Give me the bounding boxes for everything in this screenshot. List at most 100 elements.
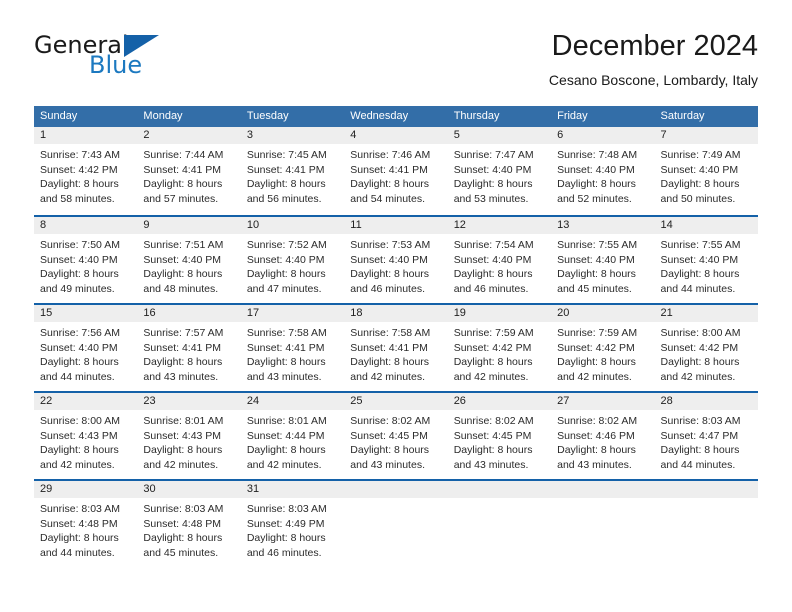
- daylight-text-line2: and 53 minutes.: [453, 192, 529, 205]
- generalblue-logo[interactable]: General Blue: [34, 32, 184, 84]
- calendar-day-cell-empty: [447, 481, 552, 567]
- day-details: Sunrise: 7:54 AM Sunset: 4:40 PM Daylight:…: [448, 234, 551, 296]
- day-number-band: 3: [240, 127, 345, 144]
- daylight-text-line2: and 48 minutes.: [143, 282, 219, 295]
- sunset-text: Sunset: 4:42 PM: [453, 341, 532, 354]
- calendar-day-cell[interactable]: 20 Sunrise: 7:59 AM Sunset: 4:42 PM Dayligh…: [551, 305, 655, 391]
- calendar-day-cell[interactable]: 2 Sunrise: 7:44 AM Sunset: 4:41 PM Daylight…: [137, 127, 241, 215]
- sunset-text: Sunset: 4:43 PM: [143, 429, 222, 442]
- calendar-day-cell[interactable]: 27 Sunrise: 8:02 AM Sunset: 4:46 PM Dayligh…: [551, 393, 655, 479]
- sunrise-text: Sunrise: 8:02 AM: [350, 415, 431, 427]
- calendar-day-cell[interactable]: 19 Sunrise: 7:59 AM Sunset: 4:42 PM Dayligh…: [447, 305, 552, 391]
- day-details: Sunrise: 8:02 AM Sunset: 4:45 PM Daylight:…: [344, 410, 447, 472]
- day-details: Sunrise: 7:46 AM Sunset: 4:41 PM Daylight:…: [344, 144, 447, 206]
- daylight-text-line2: and 43 minutes.: [143, 370, 219, 383]
- day-number: 9: [143, 219, 150, 231]
- calendar-day-cell[interactable]: 6 Sunrise: 7:48 AM Sunset: 4:40 PM Daylight…: [551, 127, 655, 215]
- daylight-text-line1: Daylight: 8 hours: [453, 178, 533, 190]
- daylight-text-line2: and 44 minutes.: [40, 546, 115, 559]
- day-details: Sunrise: 7:50 AM Sunset: 4:40 PM Daylight:…: [34, 234, 137, 296]
- weekday-header-thursday: Thursday: [453, 110, 500, 122]
- day-number-band: 5: [447, 127, 552, 144]
- day-number-band: 8: [34, 217, 138, 234]
- daylight-text-line1: Daylight: 8 hours: [40, 268, 119, 280]
- sunrise-text: Sunrise: 7:46 AM: [350, 149, 431, 161]
- day-details: Sunrise: 7:58 AM Sunset: 4:41 PM Daylight:…: [344, 322, 447, 384]
- calendar-day-cell[interactable]: 31 Sunrise: 8:03 AM Sunset: 4:49 PM Dayligh…: [240, 481, 345, 567]
- day-number-band: 29: [34, 481, 138, 498]
- calendar-day-cell[interactable]: 4 Sunrise: 7:46 AM Sunset: 4:41 PM Daylight…: [344, 127, 448, 215]
- calendar-day-cell-empty: [344, 481, 448, 567]
- calendar-day-cell[interactable]: 12 Sunrise: 7:54 AM Sunset: 4:40 PM Dayligh…: [447, 217, 552, 303]
- calendar-day-cell-empty: [654, 481, 758, 567]
- sunrise-text: Sunrise: 7:55 AM: [660, 239, 741, 251]
- daylight-text-line1: Daylight: 8 hours: [246, 444, 326, 456]
- calendar-day-cell[interactable]: 8 Sunrise: 7:50 AM Sunset: 4:40 PM Daylight…: [34, 217, 138, 303]
- calendar-day-cell[interactable]: 10 Sunrise: 7:52 AM Sunset: 4:40 PM Dayligh…: [240, 217, 345, 303]
- calendar-day-cell[interactable]: 15 Sunrise: 7:56 AM Sunset: 4:40 PM Dayligh…: [34, 305, 138, 391]
- day-number: 29: [40, 483, 53, 495]
- calendar-day-cell[interactable]: 7 Sunrise: 7:49 AM Sunset: 4:40 PM Daylight…: [654, 127, 758, 215]
- calendar-day-cell[interactable]: 23 Sunrise: 8:01 AM Sunset: 4:43 PM Dayligh…: [137, 393, 241, 479]
- calendar-page: General Blue December 2024 Cesano Boscon…: [0, 0, 792, 612]
- daylight-text-line2: and 45 minutes.: [557, 282, 632, 295]
- day-number-band: 24: [240, 393, 345, 410]
- calendar-day-cell[interactable]: 16 Sunrise: 7:57 AM Sunset: 4:41 PM Dayligh…: [137, 305, 241, 391]
- calendar-day-cell[interactable]: 14 Sunrise: 7:55 AM Sunset: 4:40 PM Dayligh…: [654, 217, 758, 303]
- calendar-day-cell[interactable]: 11 Sunrise: 7:53 AM Sunset: 4:40 PM Dayligh…: [344, 217, 448, 303]
- calendar-day-cell[interactable]: 13 Sunrise: 7:55 AM Sunset: 4:40 PM Dayligh…: [551, 217, 655, 303]
- day-number-band: 4: [344, 127, 448, 144]
- sunset-text: Sunset: 4:42 PM: [557, 341, 635, 354]
- calendar-day-cell[interactable]: 18 Sunrise: 7:58 AM Sunset: 4:41 PM Dayligh…: [344, 305, 448, 391]
- daylight-text-line1: Daylight: 8 hours: [453, 356, 533, 368]
- calendar-week-row: 29 Sunrise: 8:03 AM Sunset: 4:48 PM Dayligh…: [34, 479, 758, 567]
- calendar-day-cell[interactable]: 30 Sunrise: 8:03 AM Sunset: 4:48 PM Dayligh…: [137, 481, 241, 567]
- daylight-text-line2: and 43 minutes.: [453, 458, 529, 471]
- day-details: Sunrise: 8:01 AM Sunset: 4:43 PM Daylight:…: [137, 410, 240, 472]
- calendar-day-cell[interactable]: 29 Sunrise: 8:03 AM Sunset: 4:48 PM Dayligh…: [34, 481, 138, 567]
- day-details: Sunrise: 8:03 AM Sunset: 4:48 PM Daylight:…: [34, 498, 137, 560]
- calendar-day-cell-empty: [551, 481, 655, 567]
- calendar-day-cell[interactable]: 1 Sunrise: 7:43 AM Sunset: 4:42 PM Daylight…: [34, 127, 138, 215]
- day-details: Sunrise: 7:55 AM Sunset: 4:40 PM Daylight:…: [655, 234, 758, 296]
- day-number: 14: [660, 219, 673, 231]
- sunset-text: Sunset: 4:48 PM: [143, 517, 222, 530]
- day-details: Sunrise: 7:57 AM Sunset: 4:41 PM Daylight:…: [137, 322, 240, 384]
- day-details: Sunrise: 7:53 AM Sunset: 4:40 PM Daylight:…: [344, 234, 447, 296]
- page-header: General Blue December 2024 Cesano Boscon…: [34, 28, 758, 98]
- day-number: 28: [660, 395, 673, 407]
- daylight-text-line1: Daylight: 8 hours: [350, 356, 430, 368]
- calendar-day-cell[interactable]: 17 Sunrise: 7:58 AM Sunset: 4:41 PM Dayligh…: [240, 305, 345, 391]
- day-number: 5: [453, 129, 460, 141]
- sunset-text: Sunset: 4:40 PM: [660, 253, 739, 266]
- sunrise-text: Sunrise: 7:59 AM: [557, 327, 638, 339]
- daylight-text-line2: and 42 minutes.: [557, 370, 632, 383]
- calendar-day-cell[interactable]: 5 Sunrise: 7:47 AM Sunset: 4:40 PM Daylight…: [447, 127, 552, 215]
- sunset-text: Sunset: 4:40 PM: [557, 253, 635, 266]
- day-number: 20: [557, 307, 570, 319]
- calendar-day-cell[interactable]: 25 Sunrise: 8:02 AM Sunset: 4:45 PM Dayligh…: [344, 393, 448, 479]
- sunset-text: Sunset: 4:41 PM: [143, 341, 222, 354]
- daylight-text-line1: Daylight: 8 hours: [246, 356, 326, 368]
- daylight-text-line1: Daylight: 8 hours: [660, 268, 740, 280]
- calendar-day-cell[interactable]: 22 Sunrise: 8:00 AM Sunset: 4:43 PM Dayligh…: [34, 393, 138, 479]
- calendar-day-cell[interactable]: 28 Sunrise: 8:03 AM Sunset: 4:47 PM Dayligh…: [654, 393, 758, 479]
- daylight-text-line1: Daylight: 8 hours: [246, 268, 326, 280]
- weekday-header-monday: Monday: [143, 110, 183, 122]
- calendar-day-cell[interactable]: 26 Sunrise: 8:02 AM Sunset: 4:45 PM Dayligh…: [447, 393, 552, 479]
- calendar-day-cell[interactable]: 21 Sunrise: 8:00 AM Sunset: 4:42 PM Dayligh…: [654, 305, 758, 391]
- calendar-day-cell[interactable]: 24 Sunrise: 8:01 AM Sunset: 4:44 PM Dayligh…: [240, 393, 345, 479]
- day-number-band: 31: [240, 481, 345, 498]
- daylight-text-line1: Daylight: 8 hours: [40, 444, 119, 456]
- daylight-text-line1: Daylight: 8 hours: [660, 444, 740, 456]
- weekday-header-wednesday: Wednesday: [350, 110, 409, 122]
- sunset-text: Sunset: 4:40 PM: [453, 163, 532, 176]
- calendar-day-cell[interactable]: 3 Sunrise: 7:45 AM Sunset: 4:41 PM Daylight…: [240, 127, 345, 215]
- sunrise-text: Sunrise: 8:01 AM: [143, 415, 224, 427]
- day-number: 16: [143, 307, 156, 319]
- calendar-day-cell[interactable]: 9 Sunrise: 7:51 AM Sunset: 4:40 PM Daylight…: [137, 217, 241, 303]
- day-number-band: 21: [654, 305, 758, 322]
- day-number: 4: [350, 129, 357, 141]
- sunrise-text: Sunrise: 7:45 AM: [246, 149, 327, 161]
- daylight-text-line2: and 42 minutes.: [143, 458, 219, 471]
